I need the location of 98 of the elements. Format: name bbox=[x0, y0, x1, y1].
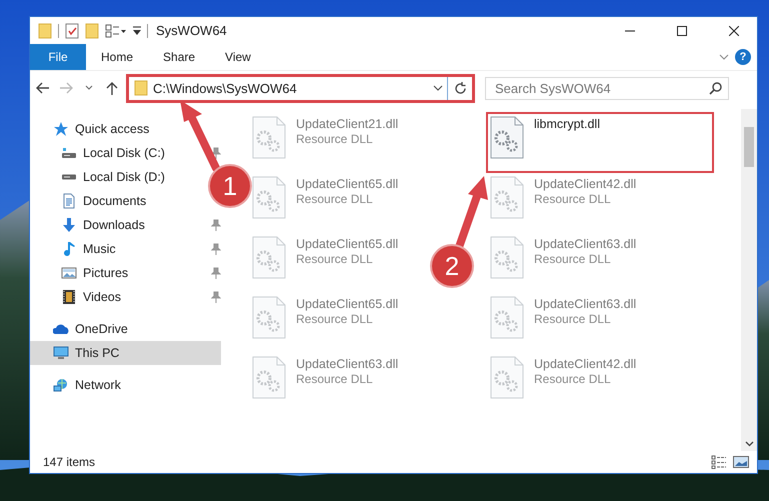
scroll-thumb[interactable] bbox=[744, 127, 754, 167]
sidebar-item[interactable]: Network bbox=[30, 373, 125, 397]
file-item[interactable]: UpdateClient63.dll Resource DLL bbox=[487, 293, 636, 352]
sidebar-item[interactable]: Videos bbox=[30, 285, 125, 309]
close-icon bbox=[729, 26, 739, 36]
file-name: UpdateClient42.dll bbox=[534, 176, 636, 192]
dll-file-icon bbox=[490, 296, 524, 339]
pin-icon[interactable] bbox=[211, 267, 221, 279]
dll-file-icon bbox=[252, 116, 286, 159]
scroll-down-icon[interactable] bbox=[744, 441, 754, 447]
pin-icon[interactable] bbox=[211, 291, 221, 303]
caret-icon bbox=[85, 85, 93, 91]
view-menu-icon[interactable] bbox=[105, 24, 127, 38]
pin-icon[interactable] bbox=[211, 243, 221, 255]
dropdown-caret-icon[interactable] bbox=[433, 85, 443, 91]
search-icon bbox=[709, 82, 722, 94]
refresh-icon bbox=[454, 82, 467, 94]
search-field[interactable]: Search SysWOW64 bbox=[485, 76, 729, 100]
file-type: Resource DLL bbox=[534, 312, 612, 326]
file-name: UpdateClient63.dll bbox=[534, 296, 636, 312]
sidebar-item[interactable]: Documents bbox=[30, 189, 150, 213]
file-item[interactable]: UpdateClient21.dll Resource DLL bbox=[249, 113, 398, 172]
ribbon-tab[interactable]: Share bbox=[148, 44, 210, 70]
item-count: 147 items bbox=[43, 455, 96, 469]
sidebar-item[interactable]: OneDrive bbox=[30, 317, 132, 341]
file-item[interactable]: UpdateClient42.dll Resource DLL bbox=[487, 173, 636, 232]
pin-icon[interactable] bbox=[211, 219, 221, 231]
file-menu-tab[interactable]: File bbox=[30, 44, 86, 70]
file-type: Resource DLL bbox=[534, 372, 612, 386]
sidebar-item[interactable]: Pictures bbox=[30, 261, 132, 285]
sidebar-item[interactable]: Downloads bbox=[30, 213, 149, 237]
dll-file-icon bbox=[490, 116, 524, 159]
file-type: Resource DLL bbox=[296, 372, 374, 386]
step-badge: 2 bbox=[432, 246, 472, 286]
scrollbar[interactable] bbox=[741, 109, 757, 451]
file-item[interactable]: UpdateClient65.dll Resource DLL bbox=[249, 293, 398, 352]
music-icon bbox=[61, 241, 77, 257]
help-button[interactable]: ? bbox=[735, 49, 751, 65]
file-name: UpdateClient42.dll bbox=[534, 356, 636, 372]
dll-file-icon bbox=[490, 356, 524, 399]
file-name: UpdateClient63.dll bbox=[296, 356, 398, 372]
sidebar-item[interactable]: This PC bbox=[30, 341, 221, 365]
file-name: libmcrypt.dll bbox=[534, 116, 600, 132]
drive-icon bbox=[61, 145, 77, 161]
window-title: SysWOW64 bbox=[156, 23, 228, 38]
address-bar[interactable]: C:\Windows\SysWOW64 bbox=[127, 74, 474, 102]
file-item[interactable]: libmcrypt.dll bbox=[487, 113, 713, 172]
file-type: Resource DLL bbox=[296, 312, 374, 326]
ribbon-tab[interactable]: Home bbox=[86, 44, 148, 70]
file-type: Resource DLL bbox=[296, 192, 374, 206]
customize-caret-icon[interactable] bbox=[133, 26, 141, 36]
details-view-icon[interactable] bbox=[711, 455, 727, 469]
document-icon bbox=[61, 193, 77, 209]
dll-file-icon bbox=[490, 176, 524, 219]
file-item[interactable]: UpdateClient65.dll Resource DLL bbox=[249, 233, 398, 292]
large-icons-view-icon[interactable] bbox=[733, 455, 749, 469]
dll-file-icon bbox=[252, 176, 286, 219]
file-name: UpdateClient65.dll bbox=[296, 176, 398, 192]
arrow bbox=[180, 100, 220, 172]
file-name: UpdateClient21.dll bbox=[296, 116, 398, 132]
up-arrow-icon bbox=[106, 81, 118, 95]
file-item[interactable]: UpdateClient63.dll Resource DLL bbox=[249, 353, 398, 412]
picture-icon bbox=[61, 265, 77, 281]
ribbon-tab[interactable]: View bbox=[210, 44, 266, 70]
file-type: Resource DLL bbox=[534, 252, 612, 266]
dll-file-icon bbox=[252, 296, 286, 339]
file-item[interactable]: UpdateClient63.dll Resource DLL bbox=[487, 233, 636, 292]
file-name: UpdateClient65.dll bbox=[296, 296, 398, 312]
expand-ribbon-icon[interactable] bbox=[719, 54, 729, 60]
back-arrow-icon bbox=[36, 82, 50, 94]
drive-icon bbox=[61, 174, 77, 180]
download-icon bbox=[61, 217, 77, 233]
sidebar-item[interactable]: Music bbox=[30, 237, 120, 261]
star-icon bbox=[53, 121, 69, 137]
sidebar-item[interactable]: Local Disk (D:) bbox=[30, 165, 169, 189]
film-icon bbox=[61, 289, 77, 305]
file-type: Resource DLL bbox=[296, 132, 374, 146]
maximize-icon bbox=[677, 26, 687, 36]
dll-file-icon bbox=[252, 236, 286, 279]
monitor-icon bbox=[53, 345, 69, 361]
folder-icon bbox=[134, 80, 148, 96]
file-type: Resource DLL bbox=[534, 192, 612, 206]
dll-file-icon bbox=[252, 356, 286, 399]
file-name: UpdateClient65.dll bbox=[296, 236, 398, 252]
network-icon bbox=[53, 377, 69, 393]
sidebar-item[interactable]: Quick access bbox=[30, 117, 154, 141]
minimize-icon bbox=[625, 30, 635, 32]
sidebar-item[interactable]: Local Disk (C:) bbox=[30, 141, 169, 165]
address-path: C:\Windows\SysWOW64 bbox=[153, 80, 298, 96]
pin-icon[interactable] bbox=[211, 147, 221, 159]
file-item[interactable]: UpdateClient42.dll Resource DLL bbox=[487, 353, 636, 412]
step-badge: 1 bbox=[210, 166, 250, 206]
properties-icon[interactable] bbox=[65, 22, 79, 38]
dll-file-icon bbox=[490, 236, 524, 279]
file-name: UpdateClient63.dll bbox=[534, 236, 636, 252]
forward-arrow-icon bbox=[59, 82, 73, 94]
file-item[interactable]: UpdateClient65.dll Resource DLL bbox=[249, 173, 398, 232]
file-type: Resource DLL bbox=[296, 252, 374, 266]
